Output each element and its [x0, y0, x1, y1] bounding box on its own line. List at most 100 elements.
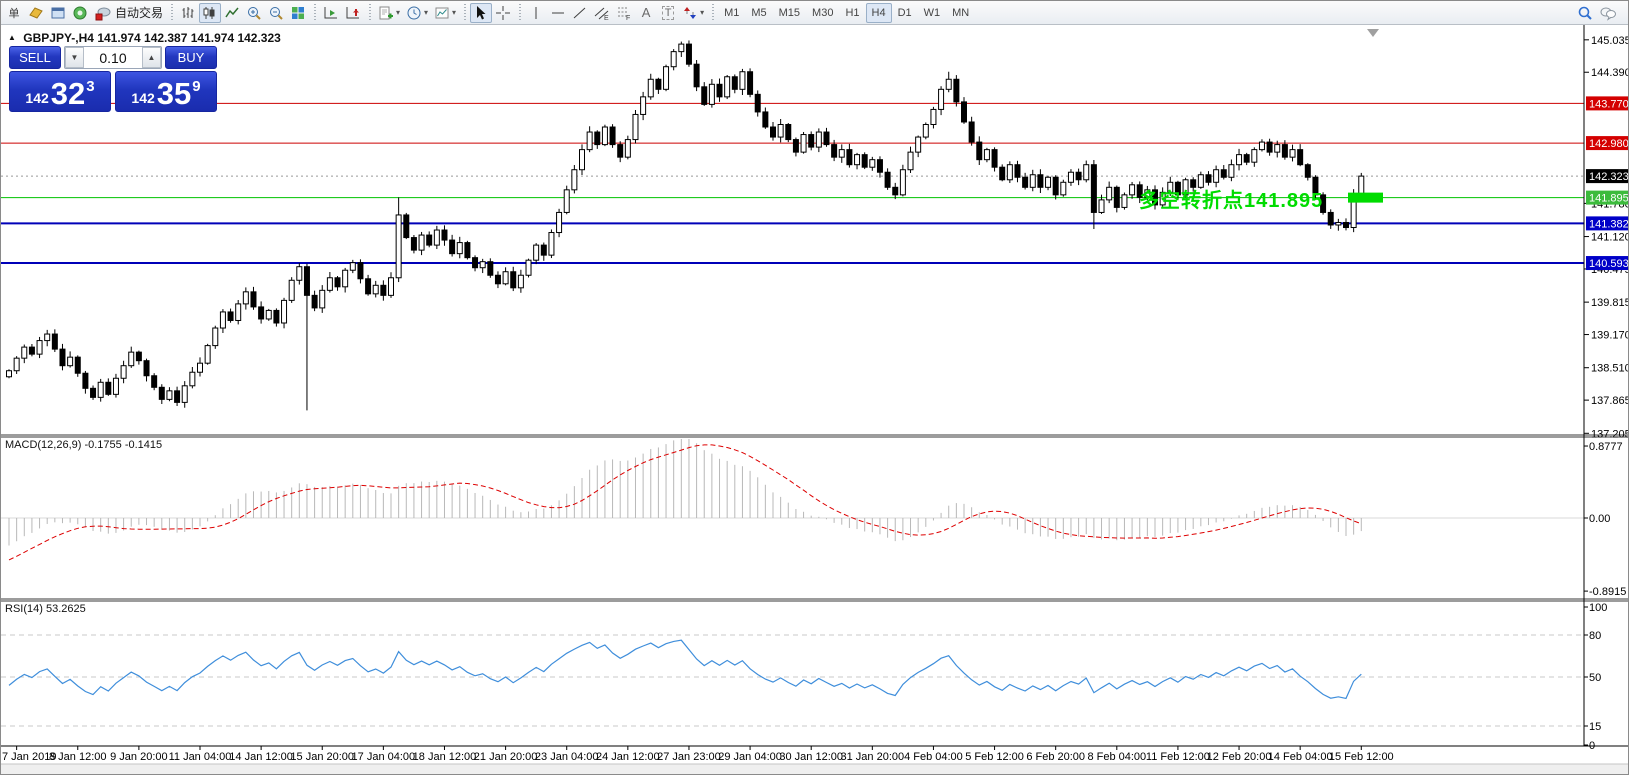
- timeframe-button-h1[interactable]: H1: [839, 3, 865, 23]
- candle: [976, 141, 983, 161]
- chart-shift-marker[interactable]: [1367, 29, 1379, 37]
- timeframe-button-h4[interactable]: H4: [865, 2, 892, 23]
- periods-button[interactable]: ▾: [403, 3, 431, 23]
- candle: [754, 93, 761, 113]
- cursor-tool-button[interactable]: [470, 2, 493, 23]
- sell-button-label: SELL: [19, 50, 51, 65]
- candle: [968, 121, 975, 143]
- toolbar-grip[interactable]: [461, 3, 469, 22]
- candle: [854, 154, 861, 166]
- macd-histogram: [8, 439, 1362, 546]
- candle: [693, 63, 700, 88]
- buy-price-prefix: 142: [131, 90, 155, 106]
- toolbar-right-group: [1574, 3, 1620, 23]
- chart-shift-button[interactable]: [342, 3, 364, 23]
- candlestick-chart-button[interactable]: [199, 2, 222, 23]
- candle: [800, 134, 807, 153]
- toolbar-grip[interactable]: [366, 3, 374, 22]
- order-tag-icon-button[interactable]: [25, 3, 47, 23]
- toolbar-grip[interactable]: [168, 3, 176, 22]
- line-chart-button[interactable]: [221, 3, 243, 23]
- channel-tool-button[interactable]: E: [591, 3, 613, 23]
- candle: [6, 370, 12, 378]
- buy-price-pip: 9: [192, 78, 201, 95]
- tile-windows-button[interactable]: [287, 3, 309, 23]
- candle: [212, 327, 219, 347]
- candle: [410, 237, 417, 251]
- candle: [777, 123, 784, 138]
- candle: [762, 111, 769, 128]
- sell-price-display[interactable]: 142 32 3: [9, 71, 111, 112]
- volume-increase-button[interactable]: ▲: [142, 47, 161, 68]
- candle: [189, 371, 196, 387]
- bar-chart-button[interactable]: [177, 3, 199, 23]
- candle: [831, 144, 838, 158]
- text-tool-button[interactable]: A: [635, 3, 657, 23]
- autotrading-button[interactable]: 自动交易: [91, 3, 166, 23]
- search-button[interactable]: [1574, 3, 1596, 23]
- toolbar-grip[interactable]: [311, 3, 319, 22]
- price-badge-label: 141.382: [1589, 218, 1629, 230]
- bar-chart-icon: [182, 6, 194, 18]
- pivot-annotation-text[interactable]: 多空转折点141.895: [1139, 184, 1323, 213]
- green-level-marker[interactable]: [1348, 192, 1383, 203]
- horizontal-line-tool-button[interactable]: [547, 3, 569, 23]
- text-label-tool-button[interactable]: T: [657, 3, 679, 23]
- arrows-tool-button[interactable]: ▾: [679, 3, 707, 23]
- toolbar-grip[interactable]: [516, 3, 524, 22]
- dropdown-arrow-icon: ▾: [700, 8, 705, 17]
- candle: [708, 83, 715, 105]
- timeframe-button-m5[interactable]: M5: [745, 3, 772, 23]
- time-tick-label: 14 Jan 12:00: [229, 751, 293, 763]
- time-tick-label: 9 Jan 20:00: [110, 751, 168, 763]
- timeframe-button-m30[interactable]: M30: [806, 3, 839, 23]
- candle: [1037, 174, 1044, 188]
- toolbar-grip[interactable]: [709, 3, 717, 22]
- market-watch-button[interactable]: [47, 3, 69, 23]
- candle: [601, 126, 608, 146]
- candle: [838, 149, 845, 158]
- timeframe-button-w1[interactable]: W1: [918, 3, 947, 23]
- crosshair-tool-button[interactable]: [492, 3, 514, 23]
- text-tool-icon: A: [641, 5, 651, 20]
- new-order-button[interactable]: 单: [3, 3, 25, 23]
- trendline-tool-button[interactable]: [569, 3, 591, 23]
- signals-button[interactable]: [69, 3, 91, 23]
- timeframe-button-mn[interactable]: MN: [946, 3, 975, 23]
- buy-price-display[interactable]: 142 35 9: [115, 71, 217, 112]
- time-tick-label: 29 Jan 04:00: [718, 751, 782, 763]
- candle: [938, 88, 945, 110]
- autotrading-icon: [95, 7, 111, 20]
- sell-button[interactable]: SELL: [9, 46, 61, 69]
- vertical-line-tool-button[interactable]: [525, 3, 547, 23]
- fibonacci-tool-button[interactable]: F: [613, 3, 635, 23]
- buy-button-label: BUY: [177, 50, 205, 65]
- candle: [326, 277, 333, 291]
- candle: [449, 239, 456, 255]
- volume-value[interactable]: 0.10: [84, 47, 142, 68]
- zoom-in-button[interactable]: [243, 3, 265, 23]
- candle: [59, 348, 66, 367]
- indicators-button[interactable]: ▾: [375, 3, 403, 23]
- candle: [441, 229, 448, 241]
- timeframe-button-m1[interactable]: M1: [718, 3, 745, 23]
- candle: [82, 372, 89, 389]
- auto-scroll-button[interactable]: [320, 3, 342, 23]
- zoom-out-button[interactable]: [265, 3, 287, 23]
- candlestick-chart-icon: [203, 6, 215, 19]
- yellow-tag-icon: [29, 6, 43, 19]
- chart-canvas: 145.035144.390141.780141.120140.475139.8…: [1, 25, 1629, 774]
- candle: [105, 381, 112, 395]
- templates-button[interactable]: ▾: [431, 3, 459, 23]
- candle: [915, 136, 922, 153]
- price-badge-label: 143.770: [1589, 98, 1629, 110]
- timeframe-button-d1[interactable]: D1: [892, 3, 918, 23]
- candle: [1029, 174, 1036, 188]
- candle: [487, 261, 494, 276]
- chat-button[interactable]: [1596, 3, 1620, 23]
- volume-decrease-button[interactable]: ▼: [65, 47, 84, 68]
- timeframe-button-m15[interactable]: M15: [773, 3, 806, 23]
- buy-button[interactable]: BUY: [165, 46, 217, 69]
- candle: [1067, 171, 1074, 183]
- candle: [502, 271, 509, 285]
